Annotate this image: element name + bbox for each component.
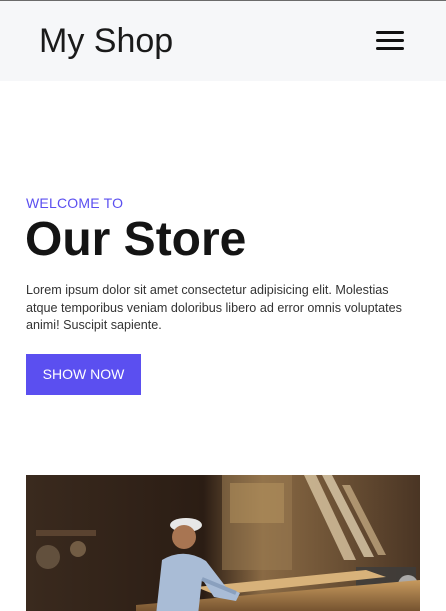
navbar: My Shop: [0, 1, 446, 81]
menu-bar-middle: [376, 39, 404, 42]
show-now-button[interactable]: SHOW NOW: [26, 354, 141, 395]
hamburger-menu-icon[interactable]: [375, 29, 405, 53]
hero-eyebrow: WELCOME TO: [26, 195, 124, 211]
brand-logo[interactable]: My Shop: [39, 22, 173, 60]
menu-bar-bottom: [376, 47, 404, 50]
workshop-illustration: [26, 475, 420, 611]
carpenter-workshop-photo: [26, 475, 420, 611]
hero-section: WELCOME TO Our Store Lorem ipsum dolor s…: [0, 81, 446, 611]
hero-title: Our Store: [25, 213, 247, 266]
hero-description: Lorem ipsum dolor sit amet consectetur a…: [26, 283, 402, 332]
menu-bar-top: [376, 31, 404, 34]
